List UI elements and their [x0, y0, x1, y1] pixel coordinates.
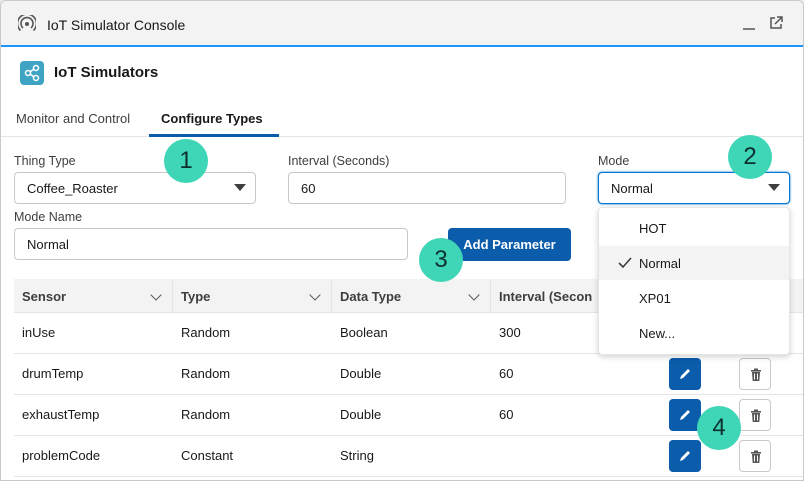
- cell-sensor: problemCode: [22, 448, 101, 463]
- cell-type: Random: [181, 325, 231, 340]
- column-header-label: Interval (Secon: [499, 289, 593, 304]
- mode-select[interactable]: Normal: [598, 172, 790, 204]
- column-header-type[interactable]: Type: [173, 279, 332, 313]
- window-title: IoT Simulator Console: [47, 17, 186, 33]
- pencil-icon: [680, 369, 690, 379]
- callout-badge: 2: [728, 135, 772, 179]
- pencil-icon: [680, 410, 690, 420]
- add-parameter-button[interactable]: Add Parameter: [448, 228, 571, 261]
- cell-interval: 60: [499, 366, 514, 381]
- column-header-label: Data Type: [340, 289, 402, 304]
- interval-label: Interval (Seconds): [288, 154, 390, 168]
- connected-devices-icon: [20, 61, 44, 85]
- cell-sensor: exhaustTemp: [22, 407, 100, 422]
- chevron-down-icon[interactable]: [150, 289, 162, 301]
- check-icon: [618, 257, 632, 269]
- tab-bar: Monitor and Control Configure Types: [1, 101, 803, 137]
- table-row: exhaustTemp Random Double 60: [14, 395, 803, 436]
- trash-icon: [751, 368, 761, 381]
- column-header-label: Type: [181, 289, 211, 304]
- caret-down-icon: [234, 184, 246, 191]
- chevron-down-icon[interactable]: [468, 289, 480, 301]
- column-header-interval[interactable]: Interval (Secon: [491, 279, 601, 313]
- option-label: XP01: [639, 291, 671, 306]
- chevron-down-icon[interactable]: [309, 289, 321, 301]
- table-row: drumTemp Random Double 60: [14, 354, 803, 395]
- trash-icon: [751, 409, 761, 422]
- cell-type: Constant: [181, 448, 234, 463]
- mode-option-new[interactable]: New...: [599, 316, 789, 350]
- tab-configure-types[interactable]: Configure Types: [161, 111, 263, 126]
- callout-badge: 4: [697, 406, 741, 450]
- thing-type-select[interactable]: Coffee_Roaster: [14, 172, 256, 204]
- cell-type: Random: [181, 407, 231, 422]
- signal-icon: [18, 15, 36, 32]
- delete-button[interactable]: [739, 440, 771, 472]
- mode-value: Normal: [611, 181, 653, 196]
- cell-sensor: drumTemp: [22, 366, 84, 381]
- thing-type-value: Coffee_Roaster: [27, 181, 118, 196]
- column-header-label: Sensor: [22, 289, 67, 304]
- cell-data-type: Double: [340, 407, 382, 422]
- simulator-console-window: IoT Simulator Console IoT Simulators Mon…: [0, 0, 804, 481]
- cell-data-type: Double: [340, 366, 382, 381]
- pencil-icon: [680, 451, 690, 461]
- cell-data-type: String: [340, 448, 374, 463]
- option-label: New...: [639, 326, 676, 341]
- mode-name-input[interactable]: Normal: [14, 228, 408, 260]
- interval-value: 60: [301, 181, 316, 196]
- mode-option-xp01[interactable]: XP01: [599, 281, 789, 315]
- delete-button[interactable]: [739, 399, 771, 431]
- option-label: Normal: [639, 256, 681, 271]
- mode-option-hot[interactable]: HOT: [599, 211, 789, 245]
- callout-badge: 1: [164, 139, 208, 183]
- mode-option-normal[interactable]: Normal: [599, 246, 789, 280]
- callout-badge: 3: [419, 238, 463, 282]
- cell-interval: 60: [499, 407, 514, 422]
- popout-icon[interactable]: [768, 15, 784, 31]
- option-label: HOT: [639, 221, 667, 236]
- cell-type: Random: [181, 366, 231, 381]
- delete-button[interactable]: [739, 358, 771, 390]
- cell-interval: 300: [499, 325, 521, 340]
- cell-data-type: Boolean: [340, 325, 388, 340]
- edit-button[interactable]: [669, 358, 701, 390]
- caret-down-icon: [768, 184, 780, 191]
- minimize-icon[interactable]: [741, 15, 757, 31]
- mode-name-label: Mode Name: [14, 210, 83, 224]
- mode-dropdown-menu: HOT Normal XP01 New...: [598, 207, 790, 355]
- app-title: IoT Simulators: [54, 64, 159, 81]
- edit-button[interactable]: [669, 440, 701, 472]
- column-header-sensor[interactable]: Sensor: [14, 279, 173, 313]
- tab-monitor-and-control[interactable]: Monitor and Control: [16, 111, 130, 126]
- active-tab-indicator: [149, 134, 279, 137]
- mode-label: Mode: [598, 154, 630, 168]
- cell-sensor: inUse: [22, 325, 56, 340]
- window-titlebar: IoT Simulator Console: [1, 1, 803, 47]
- trash-icon: [751, 450, 761, 463]
- column-header-data-type[interactable]: Data Type: [332, 279, 491, 313]
- mode-name-value: Normal: [27, 237, 69, 252]
- table-row: problemCode Constant String: [14, 436, 803, 477]
- interval-input[interactable]: 60: [288, 172, 566, 204]
- thing-type-label: Thing Type: [14, 154, 76, 168]
